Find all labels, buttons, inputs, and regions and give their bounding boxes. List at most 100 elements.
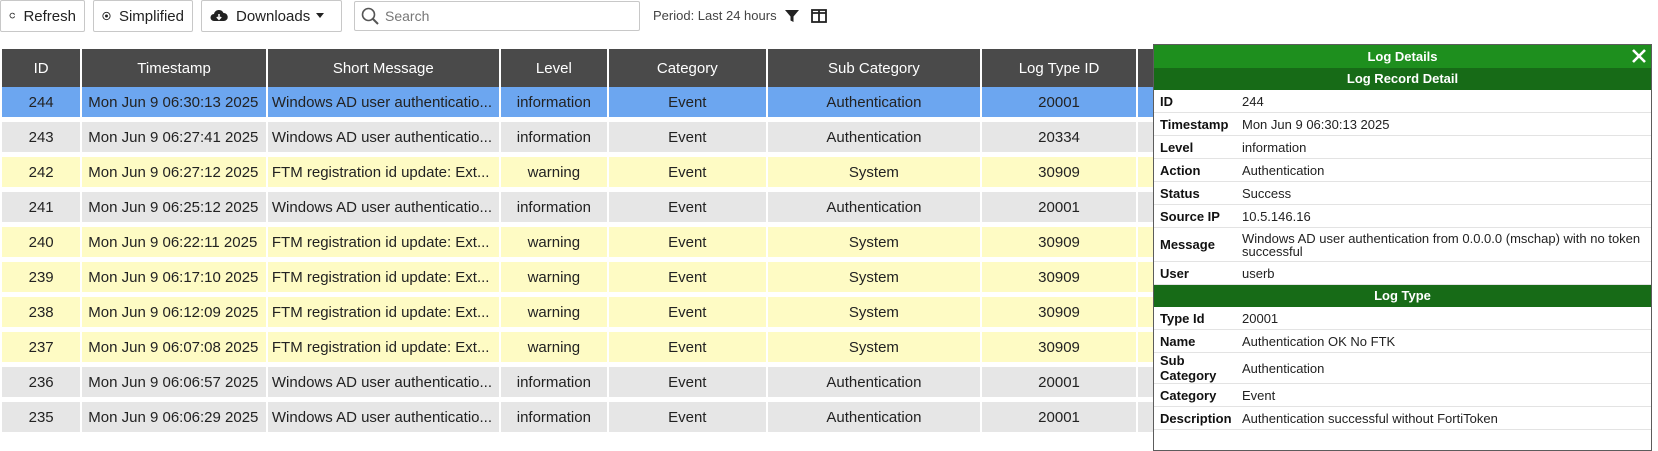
detail-key: Type Id: [1160, 310, 1205, 326]
cell-log-type-id: 30909: [982, 227, 1136, 257]
cell-extra: [1137, 367, 1154, 397]
cell-category: Event: [609, 332, 766, 362]
cell-timestamp: Mon Jun 9 06:17:10 2025: [82, 262, 266, 292]
cell-extra: [1137, 157, 1154, 187]
cell-sub-category: Authentication: [767, 402, 981, 432]
cell-log-type-id: 20001: [982, 192, 1136, 222]
downloads-button[interactable]: Downloads: [201, 0, 342, 32]
cell-log-type-id: 30909: [982, 262, 1136, 292]
cell-short-message: Windows AD user authenticatio...: [267, 192, 499, 222]
cell-level: information: [500, 122, 608, 152]
table-row[interactable]: 241 Mon Jun 9 06:25:12 2025 Windows AD use…: [2, 192, 1154, 222]
detail-row: Level information: [1154, 136, 1651, 159]
cell-id: 242: [2, 157, 81, 187]
cell-timestamp: Mon Jun 9 06:06:29 2025: [82, 402, 266, 432]
detail-value: Success: [1242, 185, 1292, 201]
table-row[interactable]: 242 Mon Jun 9 06:27:12 2025 FTM registrati…: [2, 157, 1154, 187]
cell-short-message: FTM registration id update: Ext...: [267, 297, 499, 327]
table-row[interactable]: 235 Mon Jun 9 06:06:29 2025 Windows AD use…: [2, 402, 1154, 432]
cell-level: warning: [500, 262, 608, 292]
detail-key: Timestamp: [1160, 116, 1229, 132]
cell-category: Event: [609, 367, 766, 397]
detail-value: Mon Jun 9 06:30:13 2025: [1242, 116, 1390, 132]
detail-value: 244: [1242, 93, 1264, 109]
detail-key: User: [1160, 265, 1189, 281]
cell-log-type-id: 30909: [982, 157, 1136, 187]
column-header-log-type-id[interactable]: Log Type ID: [982, 49, 1136, 87]
log-type-header: Log Type: [1154, 285, 1651, 307]
cell-sub-category: System: [767, 157, 981, 187]
cell-log-type-id: 20001: [982, 87, 1136, 117]
cell-id: 241: [2, 192, 81, 222]
cell-sub-category: System: [767, 297, 981, 327]
cell-id: 243: [2, 122, 81, 152]
cell-level: information: [500, 87, 608, 117]
cell-category: Event: [609, 192, 766, 222]
cell-short-message: FTM registration id update: Ext...: [267, 262, 499, 292]
period-label[interactable]: Period: Last 24 hours: [653, 8, 777, 23]
cloud-download-icon: [210, 9, 228, 21]
detail-value: Authentication: [1242, 162, 1325, 178]
cell-category: Event: [609, 157, 766, 187]
cell-extra: [1137, 227, 1154, 257]
cell-short-message: Windows AD user authenticatio...: [267, 367, 499, 397]
cell-extra: [1137, 262, 1154, 292]
cell-level: warning: [500, 227, 608, 257]
cell-level: information: [500, 192, 608, 222]
cell-level: warning: [500, 157, 608, 187]
column-header-level[interactable]: Level: [500, 49, 608, 87]
cell-id: 239: [2, 262, 81, 292]
table-row[interactable]: 237 Mon Jun 9 06:07:08 2025 FTM registrati…: [2, 332, 1154, 362]
log-record-detail-header: Log Record Detail: [1154, 68, 1651, 90]
cell-sub-category: Authentication: [767, 87, 981, 117]
column-header-timestamp[interactable]: Timestamp: [82, 49, 266, 87]
column-header-id[interactable]: ID: [2, 49, 81, 87]
cell-timestamp: Mon Jun 9 06:27:12 2025: [82, 157, 266, 187]
search-input[interactable]: [385, 8, 625, 24]
detail-row: Status Success: [1154, 182, 1651, 205]
cell-log-type-id: 20001: [982, 367, 1136, 397]
columns-icon[interactable]: [811, 8, 827, 24]
column-header-short-message[interactable]: Short Message: [267, 49, 499, 87]
cell-log-type-id: 30909: [982, 332, 1136, 362]
cell-short-message: FTM registration id update: Ext...: [267, 227, 499, 257]
table-row[interactable]: 239 Mon Jun 9 06:17:10 2025 FTM registrati…: [2, 262, 1154, 292]
detail-value: Authentication OK No FTK: [1242, 333, 1396, 349]
table-row[interactable]: 238 Mon Jun 9 06:12:09 2025 FTM registrati…: [2, 297, 1154, 327]
cell-sub-category: System: [767, 332, 981, 362]
detail-row: Source IP 10.5.146.16: [1154, 205, 1651, 228]
table-row[interactable]: 240 Mon Jun 9 06:22:11 2025 FTM registrati…: [2, 227, 1154, 257]
filter-icon[interactable]: [784, 8, 800, 24]
detail-row: ID 244: [1154, 90, 1651, 113]
detail-key: Status: [1160, 185, 1200, 201]
detail-row: Name Authentication OK No FTK: [1154, 330, 1651, 353]
column-header-sub-category[interactable]: Sub Category: [767, 49, 981, 87]
column-header-category[interactable]: Category: [609, 49, 766, 87]
simplified-button[interactable]: Simplified: [93, 0, 193, 32]
detail-row: Action Authentication: [1154, 159, 1651, 182]
table-row[interactable]: 244 Mon Jun 9 06:30:13 2025 Windows AD use…: [2, 87, 1154, 117]
cell-extra: [1137, 297, 1154, 327]
table-row[interactable]: 243 Mon Jun 9 06:27:41 2025 Windows AD use…: [2, 122, 1154, 152]
log-details-panel: Log Details Log Record Detail ID 244 Times…: [1153, 44, 1652, 451]
close-icon[interactable]: [1629, 46, 1649, 66]
refresh-button[interactable]: Refresh: [0, 0, 85, 32]
cell-category: Event: [609, 297, 766, 327]
detail-value: 10.5.146.16: [1242, 208, 1311, 224]
cell-short-message: FTM registration id update: Ext...: [267, 157, 499, 187]
cell-timestamp: Mon Jun 9 06:30:13 2025: [82, 87, 266, 117]
cell-level: information: [500, 367, 608, 397]
detail-key: Category: [1160, 387, 1217, 403]
detail-key: Level: [1160, 139, 1194, 155]
cell-extra: [1137, 332, 1154, 362]
detail-row: Type Id 20001: [1154, 307, 1651, 330]
cell-category: Event: [609, 402, 766, 432]
cell-extra: [1137, 87, 1154, 117]
cell-category: Event: [609, 122, 766, 152]
search-box: [354, 1, 640, 31]
cell-id: 235: [2, 402, 81, 432]
cell-category: Event: [609, 227, 766, 257]
caret-down-icon: [316, 13, 325, 18]
table-row[interactable]: 236 Mon Jun 9 06:06:57 2025 Windows AD use…: [2, 367, 1154, 397]
cell-short-message: Windows AD user authenticatio...: [267, 402, 499, 432]
